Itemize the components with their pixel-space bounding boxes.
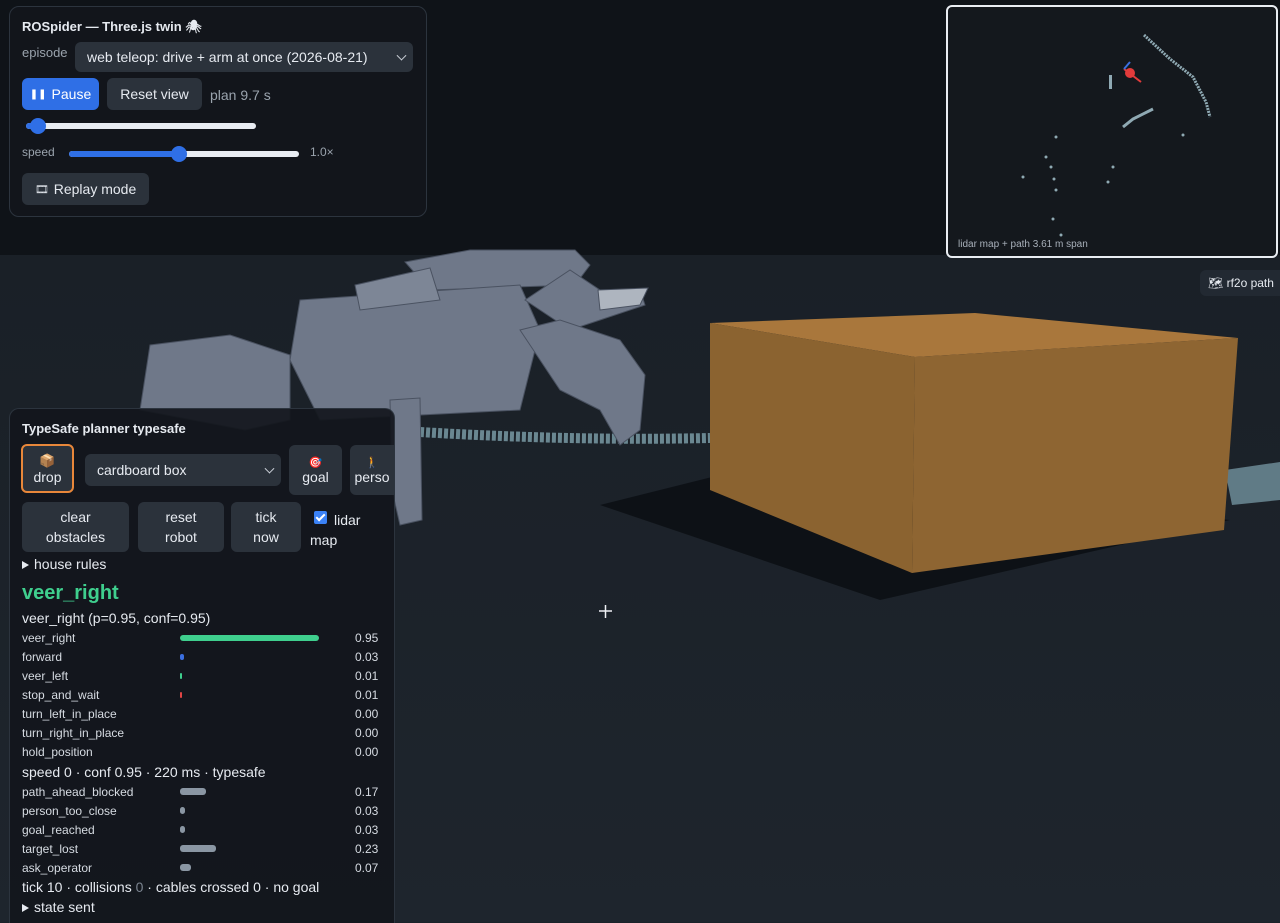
chevron-down-icon bbox=[396, 50, 407, 61]
timeline-knob[interactable] bbox=[29, 118, 46, 134]
replay-label: Replay mode bbox=[53, 181, 137, 197]
minimap-caption: lidar map + path 3.61 m span bbox=[958, 239, 1088, 250]
caret-right-icon bbox=[22, 561, 29, 570]
lidar-wall bbox=[1122, 107, 1154, 129]
predicate-bar bbox=[180, 864, 191, 871]
planner-title: TypeSafe planner typesafe bbox=[22, 421, 186, 436]
tick-now-button[interactable]: tick now bbox=[231, 502, 301, 552]
pause-icon: ❚❚ bbox=[29, 88, 47, 100]
planner-panel: TypeSafe planner typesafe 📦 drop cardboa… bbox=[9, 408, 395, 923]
clear-obstacles-button[interactable]: clear obstacles bbox=[22, 502, 129, 552]
tick-line-start: tick 10 · collisions bbox=[22, 879, 136, 895]
drop-button[interactable]: 📦 drop bbox=[21, 444, 74, 493]
drop-label: drop bbox=[33, 468, 62, 485]
speed-slider[interactable] bbox=[69, 146, 299, 162]
action-value: 0.00 bbox=[355, 745, 379, 759]
plan-text: plan 9.7 s bbox=[210, 87, 271, 103]
action-bar bbox=[180, 635, 319, 641]
predicate-name: path_ahead_blocked bbox=[22, 785, 134, 799]
action-title: veer_right bbox=[22, 582, 119, 604]
action-value: 0.01 bbox=[355, 688, 379, 702]
goal-label: goal bbox=[302, 468, 329, 485]
action-name: hold_position bbox=[22, 745, 93, 759]
predicate-value: 0.03 bbox=[355, 823, 379, 837]
lidar-map-label: lidar map bbox=[310, 512, 361, 548]
predicate-bar bbox=[180, 807, 185, 814]
reset-robot-button[interactable]: reset robot bbox=[138, 502, 224, 552]
reset-view-button[interactable]: Reset view bbox=[107, 78, 202, 110]
episode-panel: ROSpider — Three.js twin 🕷 episode web t… bbox=[9, 6, 427, 217]
episode-select-value: web teleop: drive + arm at once (2026-08… bbox=[87, 49, 368, 65]
action-detail: veer_right (p=0.95, conf=0.95) bbox=[22, 610, 211, 626]
action-name: turn_left_in_place bbox=[22, 707, 117, 721]
pause-button[interactable]: ❚❚ Pause bbox=[22, 78, 99, 110]
person-button[interactable]: 🚶 perso bbox=[350, 445, 394, 495]
tick-line-end: · cables crossed 0 · no goal bbox=[143, 879, 320, 895]
action-value: 0.95 bbox=[355, 631, 379, 645]
action-name: forward bbox=[22, 650, 63, 664]
action-value: 0.03 bbox=[355, 650, 379, 664]
predicate-value: 0.17 bbox=[355, 785, 379, 799]
action-name: turn_right_in_place bbox=[22, 726, 125, 740]
action-value: 0.01 bbox=[355, 669, 379, 683]
house-rules-label: house rules bbox=[34, 556, 107, 572]
predicate-bar bbox=[180, 788, 207, 795]
action-name: veer_right bbox=[22, 631, 76, 645]
tick-line: tick 10 · collisions 0 · cables crossed … bbox=[22, 879, 319, 895]
lidar-map-canvas bbox=[1021, 33, 1212, 237]
action-name: stop_and_wait bbox=[22, 688, 100, 702]
speed-value: 1.0× bbox=[310, 145, 334, 159]
speed-label: speed bbox=[22, 145, 55, 159]
caret-right-icon bbox=[22, 904, 29, 913]
predicate-name: ask_operator bbox=[22, 861, 93, 875]
house-rules-toggle[interactable]: house rules bbox=[22, 556, 106, 572]
episode-label: episode bbox=[22, 45, 68, 60]
action-bar bbox=[180, 692, 182, 698]
status-line: speed 0 · conf 0.95 · 220 ms · typesafe bbox=[22, 764, 266, 780]
predicate-value: 0.07 bbox=[355, 861, 379, 875]
lidar-wall bbox=[1142, 33, 1212, 118]
episode-select[interactable]: web teleop: drive + arm at once (2026-08… bbox=[75, 42, 413, 72]
object-select[interactable]: cardboard box bbox=[85, 454, 281, 486]
robot-marker bbox=[1125, 68, 1135, 78]
state-sent-toggle[interactable]: state sent bbox=[22, 899, 95, 915]
predicate-name: person_too_close bbox=[22, 804, 117, 818]
chevron-down-icon bbox=[264, 463, 275, 474]
action-value: 0.00 bbox=[355, 726, 379, 740]
film-icon: 🎞 bbox=[34, 183, 49, 196]
action-name: veer_left bbox=[22, 669, 69, 683]
predicate-value: 0.23 bbox=[355, 842, 379, 856]
speed-fill bbox=[69, 151, 180, 157]
goal-button[interactable]: 🎯 goal bbox=[289, 445, 342, 495]
robot-path bbox=[1123, 61, 1131, 70]
object-select-value: cardboard box bbox=[97, 462, 187, 478]
predicate-name: goal_reached bbox=[22, 823, 95, 837]
lidar-point bbox=[1109, 75, 1112, 89]
panel-title: ROSpider — Three.js twin 🕷 bbox=[22, 19, 202, 34]
action-bar bbox=[180, 673, 182, 679]
person-label: perso bbox=[354, 468, 390, 485]
timeline-slider[interactable] bbox=[26, 118, 256, 134]
predicate-bar bbox=[180, 826, 185, 833]
predicate-name: target_lost bbox=[22, 842, 79, 856]
person-icon: 🚶 bbox=[365, 456, 379, 469]
action-bar bbox=[180, 654, 185, 660]
lidar-minimap[interactable]: lidar map + path 3.61 m span bbox=[946, 5, 1278, 258]
package-icon: 📦 bbox=[39, 452, 56, 468]
action-value: 0.00 bbox=[355, 707, 379, 721]
target-icon: 🎯 bbox=[308, 456, 323, 469]
rf2o-path-toggle[interactable]: 🗺 rf2o path bbox=[1200, 270, 1280, 296]
state-sent-label: state sent bbox=[34, 899, 95, 915]
pause-label: Pause bbox=[51, 86, 92, 102]
predicate-value: 0.03 bbox=[355, 804, 379, 818]
speed-knob[interactable] bbox=[171, 146, 188, 162]
predicate-bar bbox=[180, 845, 216, 852]
replay-mode-button[interactable]: 🎞 Replay mode bbox=[22, 173, 149, 205]
